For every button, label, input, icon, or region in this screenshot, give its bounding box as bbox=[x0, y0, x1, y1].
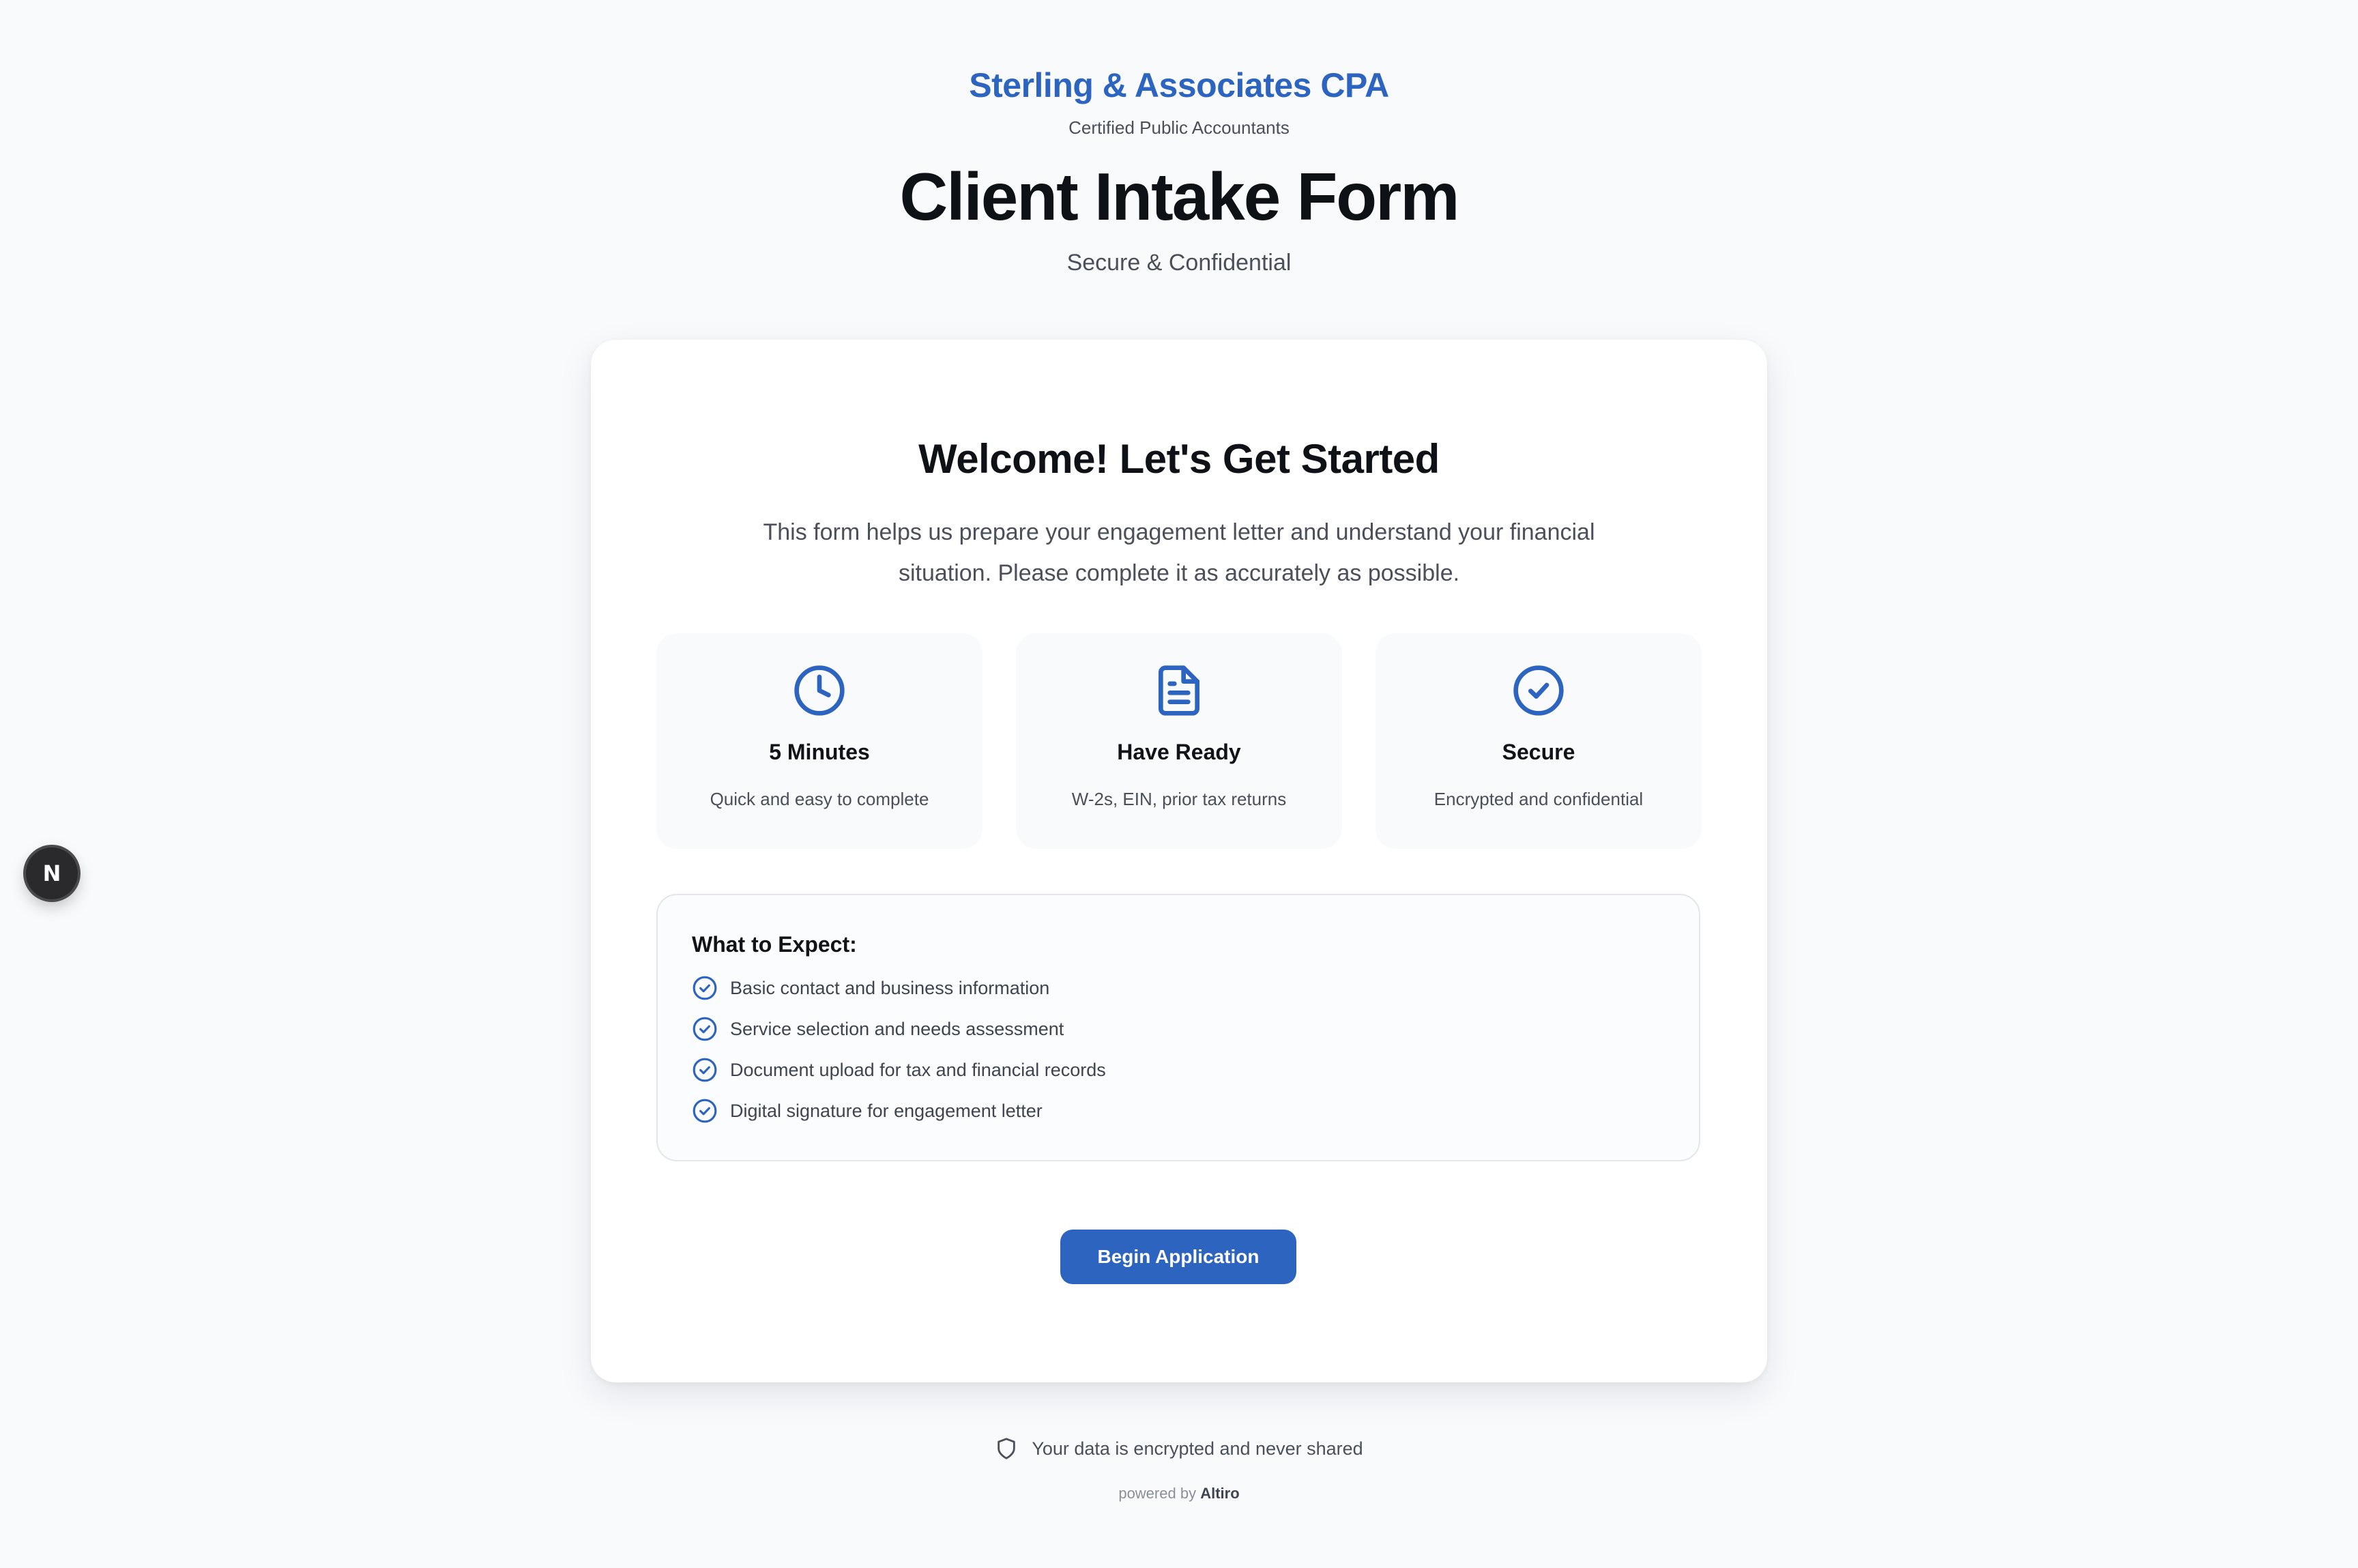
what-to-expect-title: What to Expect: bbox=[692, 932, 857, 957]
list-item-label: Service selection and needs assessment bbox=[730, 1018, 1064, 1039]
list-item: Service selection and needs assessment bbox=[692, 1015, 1064, 1043]
page-title: Client Intake Form bbox=[899, 159, 1460, 234]
what-to-expect-box: What to Expect: Basic contact and busine… bbox=[656, 894, 1700, 1161]
brand-subtitle: Certified Public Accountants bbox=[1068, 117, 1290, 138]
begin-application-button[interactable]: Begin Application bbox=[1060, 1230, 1296, 1284]
check-circle-icon bbox=[693, 1058, 717, 1082]
feature-description: W-2s, EIN, prior tax returns bbox=[1071, 789, 1287, 809]
clock-icon bbox=[794, 665, 845, 716]
feature-description: Quick and easy to complete bbox=[710, 789, 929, 809]
powered-by: powered by Altiro bbox=[0, 1485, 2358, 1502]
dev-tools-badge[interactable]: N bbox=[26, 847, 78, 899]
brand-name: Sterling & Associates CPA bbox=[969, 66, 1389, 104]
shield-icon bbox=[998, 1438, 1016, 1460]
secure-data-text: Your data is encrypted and never shared bbox=[1032, 1438, 1363, 1459]
page-subtitle: Secure & Confidential bbox=[1066, 250, 1292, 276]
intake-welcome-card: Welcome! Let's Get Started This form hel… bbox=[591, 340, 1767, 1382]
list-item-label: Digital signature for engagement letter bbox=[730, 1100, 1043, 1121]
feature-title: Secure bbox=[1502, 740, 1575, 764]
check-circle-icon bbox=[693, 976, 717, 1000]
intro-text: This form helps us prepare your engageme… bbox=[763, 519, 1595, 586]
feature-title: Have Ready bbox=[1117, 740, 1241, 764]
check-circle-icon bbox=[693, 1017, 717, 1041]
welcome-heading: Welcome! Let's Get Started bbox=[918, 436, 1440, 482]
dev-tools-badge-label: N bbox=[42, 860, 61, 886]
list-item-label: Basic contact and business information bbox=[730, 977, 1050, 998]
feature-card-time: 5 Minutes Quick and easy to complete bbox=[656, 633, 982, 849]
secure-data-note: Your data is encrypted and never shared bbox=[0, 1437, 2358, 1460]
list-item-label: Document upload for tax and financial re… bbox=[730, 1059, 1106, 1080]
list-item: Digital signature for engagement letter bbox=[692, 1097, 1043, 1124]
check-circle-icon bbox=[693, 1099, 717, 1123]
list-item: Basic contact and business information bbox=[692, 974, 1049, 1002]
feature-card-secure: Secure Encrypted and confidential bbox=[1376, 633, 1702, 849]
powered-by-brand[interactable]: Altiro bbox=[1200, 1485, 1239, 1502]
feature-title: 5 Minutes bbox=[769, 740, 870, 764]
feature-description: Encrypted and confidential bbox=[1433, 789, 1644, 809]
check-circle-icon bbox=[1513, 665, 1564, 716]
list-item: Document upload for tax and financial re… bbox=[692, 1056, 1106, 1084]
feature-card-documents: Have Ready W-2s, EIN, prior tax returns bbox=[1016, 633, 1342, 849]
powered-by-text: powered by bbox=[1118, 1485, 1197, 1502]
document-icon bbox=[1159, 665, 1199, 716]
